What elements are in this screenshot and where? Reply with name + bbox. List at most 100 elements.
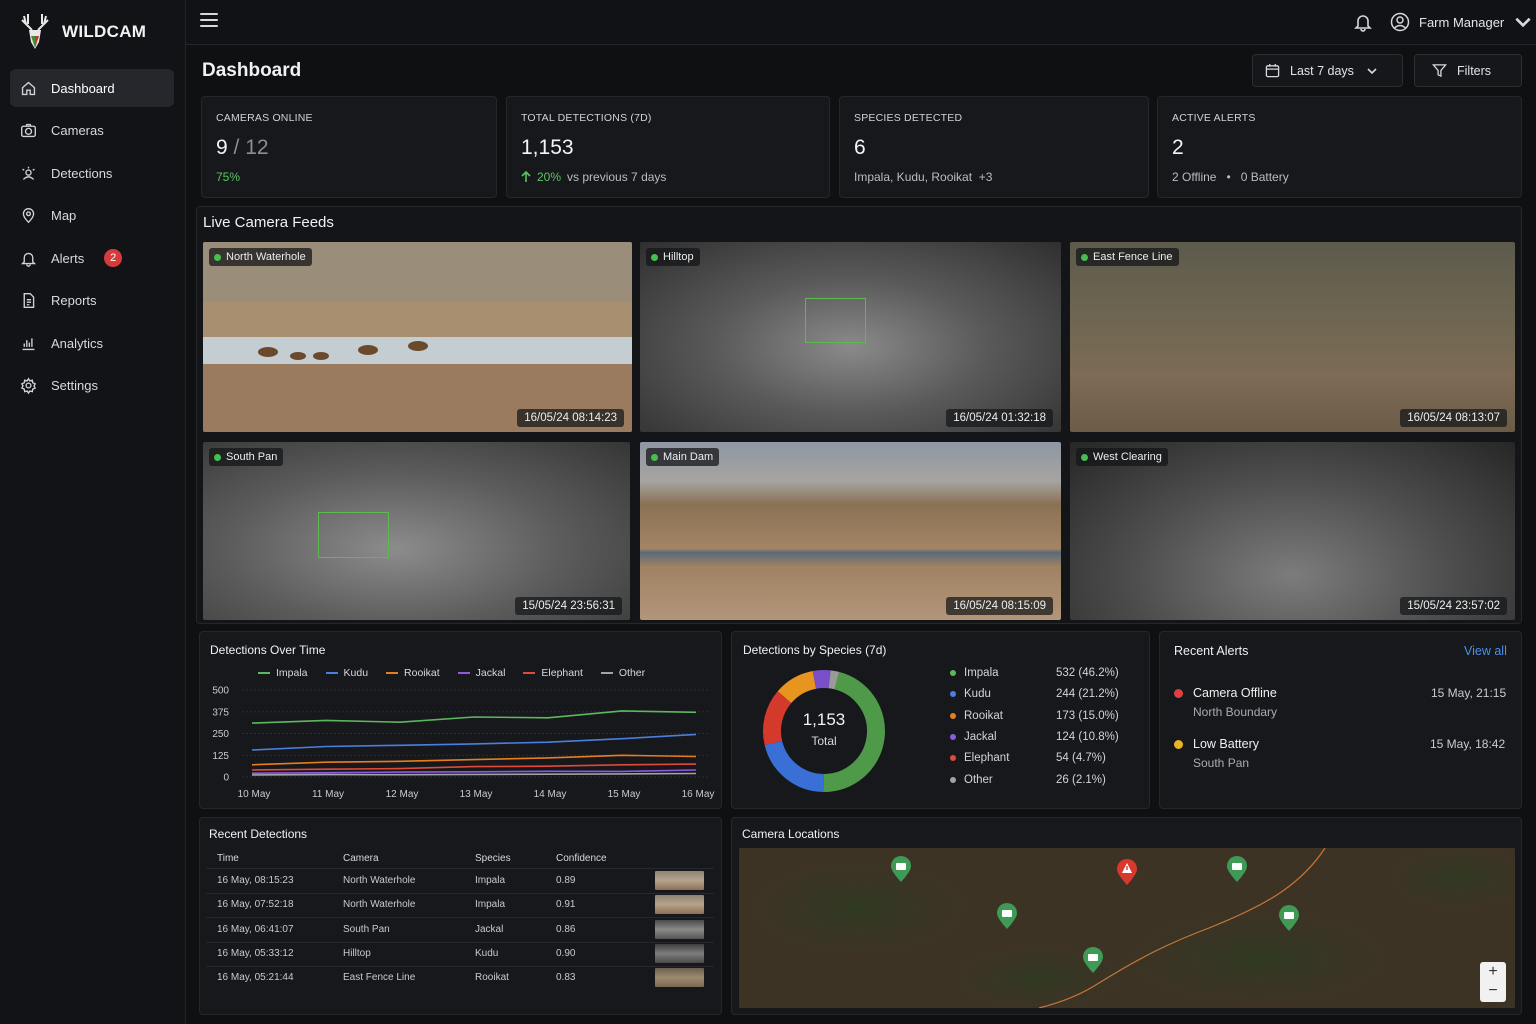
table-cell: 0.83 <box>556 972 576 984</box>
online-status-dot <box>1081 253 1088 261</box>
sidebar-item-detections[interactable]: Detections <box>10 154 174 192</box>
zoom-in-button[interactable]: + <box>1480 962 1506 981</box>
detection-box <box>805 298 866 343</box>
species-name: Kudu <box>964 688 991 701</box>
table-cell: East Fence Line <box>343 972 416 984</box>
zoom-out-button[interactable]: − <box>1480 981 1506 1000</box>
species-dot <box>950 755 956 762</box>
detection-thumbnail[interactable] <box>655 895 704 915</box>
donut-slice-other <box>828 670 840 690</box>
donut-slice-jackal <box>777 671 817 704</box>
notifications-bell-icon[interactable] <box>1353 12 1373 32</box>
species-dot <box>950 670 956 676</box>
sidebar-item-settings[interactable]: Settings <box>10 367 174 405</box>
camera-feed-hilltop[interactable]: Hilltop 16/05/24 01:32:18 <box>640 242 1061 432</box>
x-tick-label: 12 May <box>386 789 419 800</box>
sidebar-item-cameras[interactable]: Cameras <box>10 112 174 150</box>
stat-card-cameras: CAMERAS ONLINE 9 / 12 75% <box>201 96 497 198</box>
detection-thumbnail[interactable] <box>655 919 704 939</box>
detection-thumbnail[interactable] <box>655 871 704 890</box>
table-cell: 0.90 <box>556 947 576 959</box>
series-line-rooikat <box>251 754 697 766</box>
alerts-count-badge: 2 <box>104 249 123 267</box>
donut-slice-impala <box>823 671 885 792</box>
table-header-confidence[interactable]: Confidence <box>556 853 607 864</box>
filters-button[interactable]: Filters <box>1414 54 1522 87</box>
detection-thumbnail[interactable] <box>655 968 704 988</box>
table-cell: South Pan <box>343 923 390 935</box>
sidebar-item-reports[interactable]: Reports <box>10 282 174 320</box>
sidebar-item-alerts[interactable]: Alerts 2 <box>10 239 174 277</box>
species-legend-item[interactable]: Jackal <box>950 731 997 743</box>
legend-label: Elephant <box>541 667 583 679</box>
legend-item[interactable]: Other <box>600 667 646 679</box>
species-legend-item[interactable]: Elephant <box>950 752 1009 764</box>
species-legend-item[interactable]: Impala <box>950 667 999 679</box>
sidebar-item-map[interactable]: Map <box>10 197 174 235</box>
table-cell: 16 May, 06:41:07 <box>217 923 294 935</box>
feed-image <box>203 242 632 432</box>
top-bar: Farm Manager <box>186 0 1536 45</box>
legend-item[interactable]: Impala <box>258 667 308 679</box>
date-range-label: Last 7 days <box>1290 63 1354 78</box>
species-count: 244 (21.2%) <box>1056 688 1119 701</box>
camera-map-pin-icon[interactable] <box>1081 946 1105 974</box>
camera-map-pin-icon[interactable] <box>889 855 913 883</box>
camera-feed-main-dam[interactable]: Main Dam 16/05/24 08:15:09 <box>640 442 1061 620</box>
table-header-time[interactable]: Time <box>217 853 239 864</box>
legend-label: Jackal <box>475 667 506 679</box>
species-name: Elephant <box>964 752 1010 765</box>
stat-value: 6 <box>854 136 866 159</box>
camera-feed-east-fence-line[interactable]: East Fence Line 16/05/24 08:13:07 <box>1070 242 1515 432</box>
camera-feed-south-pan[interactable]: South Pan 15/05/24 23:56:31 <box>203 442 630 620</box>
species-legend-item[interactable]: Rooikat <box>950 710 1003 722</box>
menu-icon[interactable] <box>200 13 218 31</box>
alert-item-title[interactable]: Low Battery <box>1174 737 1259 751</box>
user-avatar-icon <box>1390 12 1410 32</box>
filter-icon <box>1432 64 1447 78</box>
camera-feed-north-waterhole[interactable]: North Waterhole 16/05/24 08:14:23 <box>203 242 632 432</box>
sidebar-item-label: Analytics <box>51 335 104 351</box>
y-tick-label: 250 <box>212 729 229 740</box>
legend-swatch <box>258 672 270 674</box>
species-count: 26 (2.1%) <box>1056 773 1106 786</box>
camera-map-pin-icon[interactable] <box>1277 904 1301 932</box>
species-count: 124 (10.8%) <box>1056 730 1119 743</box>
chart-title: Detections by Species (7d) <box>743 643 887 657</box>
table-header-camera[interactable]: Camera <box>343 853 379 864</box>
user-menu[interactable]: Farm Manager <box>1390 12 1533 32</box>
table-header-species[interactable]: Species <box>475 853 511 864</box>
legend-item[interactable]: Kudu <box>325 667 368 679</box>
date-range-select[interactable]: Last 7 days <box>1252 54 1403 87</box>
species-legend-item[interactable]: Kudu <box>950 688 991 700</box>
alert-item-title[interactable]: Camera Offline <box>1174 686 1277 700</box>
table-cell: 16 May, 05:33:12 <box>217 947 294 959</box>
brand[interactable]: WILDCAM <box>16 12 146 52</box>
online-status-dot <box>651 453 658 461</box>
table-cell: 16 May, 05:21:44 <box>217 972 294 984</box>
detection-thumbnail[interactable] <box>655 943 704 963</box>
camera-feed-west-clearing[interactable]: West Clearing 15/05/24 23:57:02 <box>1070 442 1515 620</box>
legend-item[interactable]: Rooikat <box>386 667 440 679</box>
alert-map-pin-icon[interactable] <box>1115 858 1139 886</box>
species-legend-item[interactable]: Other <box>950 774 993 786</box>
chevron-down-icon <box>1515 17 1531 28</box>
map-title: Camera Locations <box>742 827 840 841</box>
feed-name-tag: South Pan <box>209 448 284 466</box>
sidebar-item-dashboard[interactable]: Dashboard <box>10 69 174 107</box>
view-all-link[interactable]: View all <box>1464 644 1507 658</box>
stat-label: SPECIES DETECTED <box>854 112 963 124</box>
legend-item[interactable]: Jackal <box>457 667 506 679</box>
feed-timestamp: 16/05/24 01:32:18 <box>946 409 1053 427</box>
online-status-dot <box>214 453 221 461</box>
legend-swatch <box>325 672 338 674</box>
legend-item[interactable]: Elephant <box>523 667 583 679</box>
app-name: WILDCAM <box>62 22 147 41</box>
sidebar-item-label: Alerts <box>51 250 85 266</box>
series-line-kudu <box>251 733 697 751</box>
camera-map-pin-icon[interactable] <box>995 902 1019 930</box>
chevron-down-icon <box>1367 68 1377 75</box>
legend-label: Other <box>618 667 646 679</box>
camera-map-pin-icon[interactable] <box>1225 855 1249 883</box>
sidebar-item-analytics[interactable]: Analytics <box>10 324 174 362</box>
